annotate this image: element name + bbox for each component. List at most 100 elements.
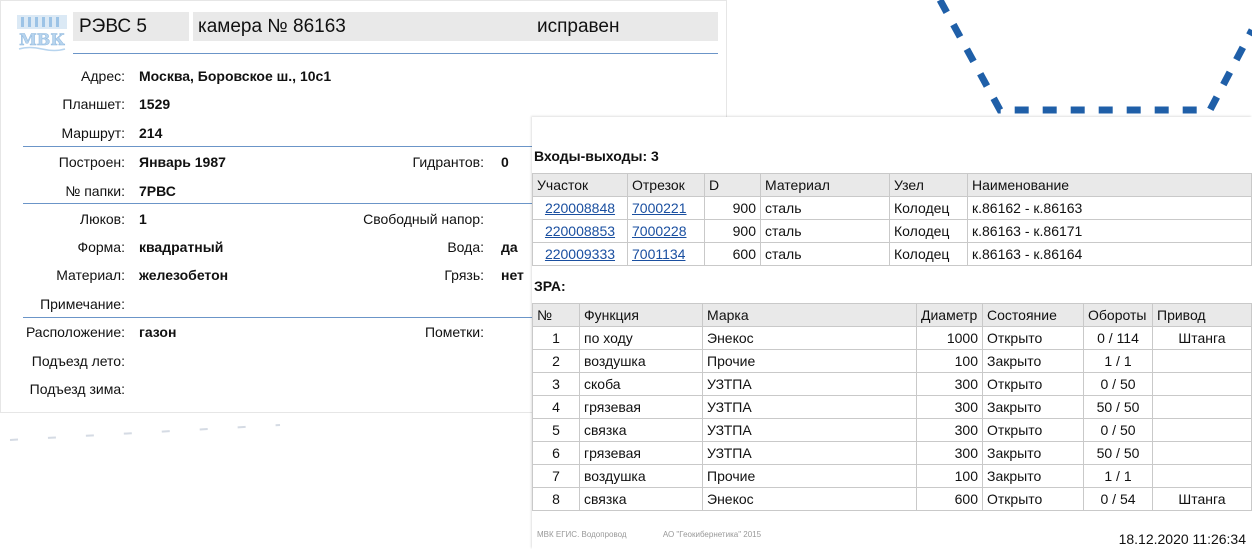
- io-header-cell: D: [704, 173, 761, 197]
- svg-text:МВК: МВК: [19, 30, 65, 49]
- zra-cell: связка: [579, 487, 703, 511]
- shape-value: квадратный: [139, 239, 224, 255]
- zra-row: 7 воздушка Прочие 100 Закрыто 1 / 1: [532, 464, 1252, 488]
- zra-cell: Закрыто: [982, 441, 1084, 465]
- zra-cell: Прочие: [702, 349, 917, 373]
- zra-cell: 0 / 54: [1083, 487, 1153, 511]
- segment-link[interactable]: 7000228: [632, 223, 687, 239]
- hatches-label: Люков:: [79, 211, 125, 227]
- zra-cell: Открыто: [982, 487, 1084, 511]
- water-label: Вода:: [447, 239, 484, 255]
- zra-cell: 300: [916, 395, 983, 419]
- zra-cell: Прочие: [702, 464, 917, 488]
- location-label: Расположение:: [25, 324, 125, 340]
- note-label: Примечание:: [40, 296, 125, 312]
- camera-status: исправен: [537, 16, 620, 37]
- section-link[interactable]: 220008853: [545, 223, 615, 239]
- tablet-label: Планшет:: [62, 96, 125, 112]
- marks-label: Пометки:: [424, 324, 484, 340]
- zra-cell: 100: [916, 349, 983, 373]
- details-panel: Входы-выходы: 3 Участок Отрезок D Материал У…: [532, 117, 1252, 549]
- divider-3: [23, 317, 533, 318]
- divider-1: [23, 146, 533, 147]
- io-cell: 7000221: [627, 196, 705, 220]
- free-head-label: Свободный напор:: [363, 211, 484, 227]
- io-header-row: Участок Отрезок D Материал Узел Наименование: [532, 173, 1252, 197]
- winter-access-label: Подъезд зима:: [29, 381, 125, 397]
- io-header-cell: Материал: [760, 173, 890, 197]
- zra-cell: 300: [916, 372, 983, 396]
- io-header-cell: Участок: [532, 173, 628, 197]
- io-cell: Колодец: [889, 196, 968, 220]
- hydrants-label: Гидрантов:: [412, 154, 484, 170]
- zra-header-cell: Марка: [702, 303, 917, 327]
- zra-cell: 50 / 50: [1083, 441, 1153, 465]
- section-link[interactable]: 220008848: [545, 200, 615, 216]
- segment-link[interactable]: 7000221: [632, 200, 687, 216]
- zra-header-row: № Функция Марка Диаметр Состояние Обороты Прив…: [532, 303, 1252, 327]
- footer-system: МВК ЕГИС. Водопровод: [537, 530, 627, 539]
- io-row: 220008853 7000228 900 сталь Колодец к.86163 -…: [532, 219, 1252, 243]
- io-cell: 600: [704, 242, 761, 266]
- built-value: Январь 1987: [139, 154, 226, 170]
- camera-header: камера № 86163 исправен: [193, 12, 718, 41]
- zra-cell: Штанга: [1152, 487, 1252, 511]
- zra-row: 3 скоба УЗТПА 300 Открыто 0 / 50: [532, 372, 1252, 396]
- zra-cell: Открыто: [982, 372, 1084, 396]
- zra-cell: 1: [532, 326, 580, 350]
- zra-cell: УЗТПА: [702, 372, 917, 396]
- zra-cell: связка: [579, 418, 703, 442]
- zra-cell: 0 / 114: [1083, 326, 1153, 350]
- io-cell: сталь: [760, 219, 890, 243]
- io-cell: к.86162 - к.86163: [967, 196, 1252, 220]
- zra-cell: 5: [532, 418, 580, 442]
- address-label: Адрес:: [81, 68, 125, 84]
- io-cell: Колодец: [889, 242, 968, 266]
- zra-row: 4 грязевая УЗТПА 300 Закрыто 50 / 50: [532, 395, 1252, 419]
- route-label: Маршрут:: [61, 125, 125, 141]
- zra-header-cell: Состояние: [982, 303, 1084, 327]
- location-value: газон: [139, 324, 177, 340]
- zra-cell: по ходу: [579, 326, 703, 350]
- zra-cell: [1152, 464, 1252, 488]
- water-value: да: [501, 239, 518, 255]
- zra-row: 8 связка Энекос 600 Открыто 0 / 54 Штанга: [532, 487, 1252, 511]
- io-cell: 7000228: [627, 219, 705, 243]
- zra-cell: 0 / 50: [1083, 418, 1153, 442]
- segment-link[interactable]: 7001134: [632, 246, 685, 262]
- io-cell: 7001134: [627, 242, 705, 266]
- zra-cell: Закрыто: [982, 464, 1084, 488]
- dirt-value: нет: [501, 267, 524, 283]
- zra-cell: 50 / 50: [1083, 395, 1153, 419]
- footer-company: АО "Геокибернетика" 2015: [662, 530, 762, 539]
- io-cell: к.86163 - к.86164: [967, 242, 1252, 266]
- zra-cell: 6: [532, 441, 580, 465]
- folder-value: 7РВС: [139, 183, 176, 199]
- io-row: 220009333 7001134 600 сталь Колодец к.86163 -…: [532, 242, 1252, 266]
- zra-cell: 1 / 1: [1083, 464, 1153, 488]
- zra-header-cell: Функция: [579, 303, 703, 327]
- header-divider: [73, 53, 718, 54]
- zra-cell: воздушка: [579, 464, 703, 488]
- zra-cell: грязевая: [579, 441, 703, 465]
- tablet-value: 1529: [139, 96, 171, 112]
- zra-cell: [1152, 441, 1252, 465]
- dirt-label: Грязь:: [444, 267, 484, 283]
- zra-cell: 2: [532, 349, 580, 373]
- district-label: РЭВС 5: [73, 12, 189, 41]
- zra-cell: грязевая: [579, 395, 703, 419]
- footer-credits: МВК ЕГИС. Водопровод АО "Геокибернетика"…: [537, 530, 795, 539]
- zra-cell: 1000: [916, 326, 983, 350]
- zra-row: 6 грязевая УЗТПА 300 Закрыто 50 / 50: [532, 441, 1252, 465]
- io-table: Участок Отрезок D Материал Узел Наименование …: [532, 173, 1252, 266]
- io-row: 220008848 7000221 900 сталь Колодец к.86162 -…: [532, 196, 1252, 220]
- zra-table: № Функция Марка Диаметр Состояние Обороты Прив…: [532, 303, 1252, 511]
- zra-cell: скоба: [579, 372, 703, 396]
- section-link[interactable]: 220009333: [545, 246, 615, 262]
- route-value: 214: [139, 125, 163, 141]
- zra-cell: [1152, 349, 1252, 373]
- district-text: РЭВС 5: [79, 16, 147, 37]
- zra-cell: 300: [916, 441, 983, 465]
- zra-header-cell: Диаметр: [916, 303, 983, 327]
- built-label: Построен:: [58, 154, 125, 170]
